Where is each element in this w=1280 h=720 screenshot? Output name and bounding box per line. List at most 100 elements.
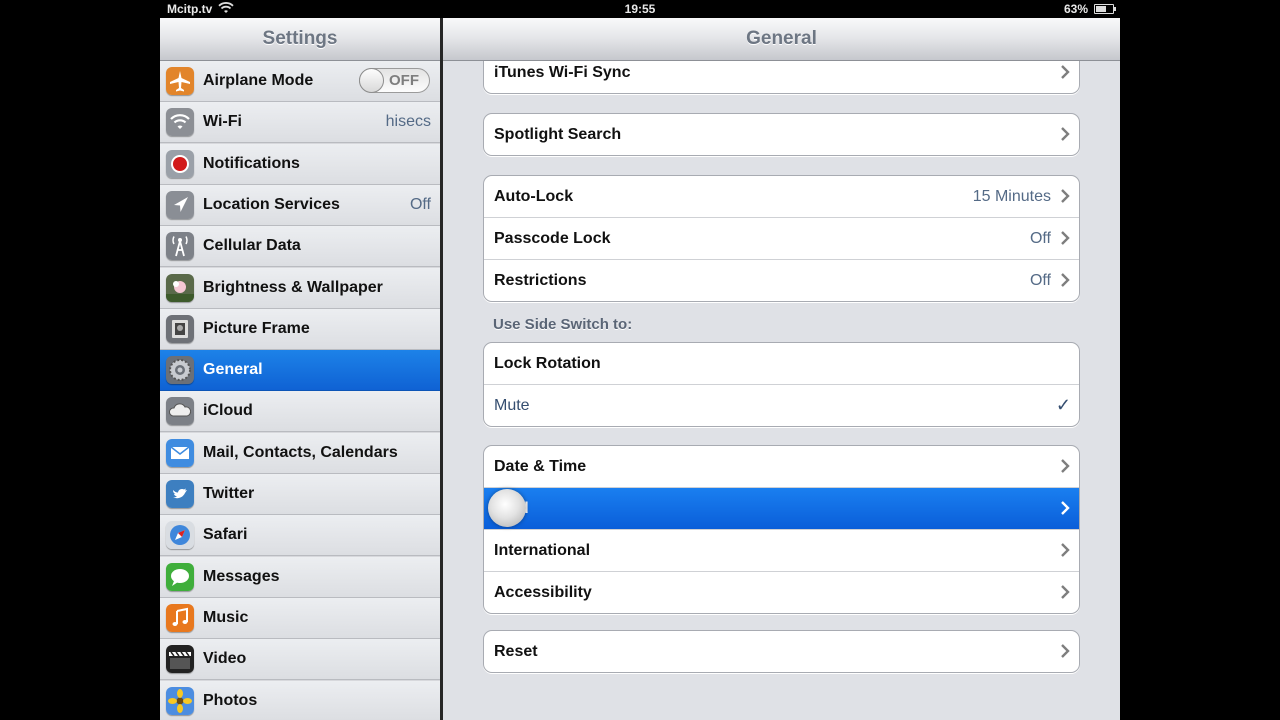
sidebar-item-label: Location Services [203,195,340,213]
twitter-icon [166,480,194,508]
row-label: iTunes Wi-Fi Sync [494,64,631,81]
row-restrictions[interactable]: Restrictions Off [484,259,1079,301]
settings-group: Lock Rotation Mute ✓ [483,342,1080,427]
row-label: Accessibility [494,584,592,601]
sidebar-item-notifications[interactable]: Notifications [160,143,440,185]
chevron-right-icon [1061,127,1070,141]
settings-group: Spotlight Search [483,113,1080,156]
sidebar-item-icloud[interactable]: iCloud [160,391,440,433]
row-mute[interactable]: Mute ✓ [484,384,1079,426]
row-label: International [494,542,591,559]
gear-icon [166,356,194,385]
row-label: Date & Time [494,458,587,475]
battery-icon [1094,4,1116,14]
settings-sidebar: Airplane Mode OFF Wi-Fi hisecs Notifications… [160,61,440,720]
checkmark-icon: ✓ [1055,395,1071,415]
sidebar-item-location-services[interactable]: Location Services Off [160,184,440,226]
row-oard[interactable]: oard [484,487,1079,529]
row-reset[interactable]: Reset [484,631,1079,672]
mail-icon [166,438,194,467]
brightness-icon [166,273,194,302]
sidebar-item-label: Video [203,650,247,668]
settings-group: Reset [483,630,1080,673]
battery-percent: 63% [1063,2,1088,16]
chevron-right-icon [1061,543,1070,557]
section-header: Use Side Switch to: [493,316,633,333]
sidebar-item-picture-frame[interactable]: Picture Frame [160,308,440,350]
row-international[interactable]: International [484,529,1079,571]
row-lock-rotation[interactable]: Lock Rotation [484,343,1079,384]
general-settings-pane: iTunes Wi-Fi Sync Spotlight Search Auto-Lo… [443,61,1120,720]
settings-group: Auto-Lock 15 Minutes Passcode Lock Off Restr… [483,175,1080,302]
sidebar-item-messages[interactable]: Messages [160,556,440,598]
detail-header-title: General [443,18,1120,61]
master-header-title: Settings [160,18,440,61]
row-passcode-lock[interactable]: Passcode Lock Off [484,217,1079,259]
photos-icon [166,686,194,715]
sidebar-item-value: Off [409,195,431,213]
sidebar-item-photos[interactable]: Photos [160,680,440,720]
sidebar-item-value: hisecs [385,113,431,131]
sidebar-item-brightness-wallpaper[interactable]: Brightness & Wallpaper [160,267,440,309]
sidebar-item-label: Twitter [203,485,255,502]
status-bar: Mcitp.tv 19:55 63% [160,0,1120,18]
sidebar-item-twitter[interactable]: Twitter [160,474,440,515]
row-label: Spotlight Search [494,126,622,143]
settings-group: Date & Time oard International Accessibilit… [483,445,1080,614]
ipad-screen: Mcitp.tv 19:55 63% Settings General Airp… [160,0,1120,720]
chevron-right-icon [1061,273,1070,287]
chevron-right-icon [1061,459,1070,473]
airplane-mode-toggle[interactable]: OFF [359,68,430,93]
row-value: Off [1029,230,1051,247]
sidebar-item-safari[interactable]: Safari [160,515,440,557]
settings-group: iTunes Wi-Fi Sync [483,61,1080,94]
row-value: Off [1029,272,1051,289]
chevron-right-icon [1061,231,1070,245]
sidebar-item-label: Picture Frame [203,319,310,337]
row-label: Lock Rotation [494,355,601,372]
sidebar-item-cellular-data[interactable]: Cellular Data [160,226,440,268]
chevron-right-icon [1061,65,1070,79]
location-icon [166,190,194,219]
sidebar-item-label: iCloud [203,402,253,420]
row-label: Reset [494,643,538,660]
sidebar-item-label: Photos [203,691,258,709]
sidebar-item-label: General [203,361,263,379]
airplane-icon [166,67,194,95]
sidebar-item-wi-fi[interactable]: Wi-Fi hisecs [160,102,440,144]
toggle-knob [359,68,384,93]
sidebar-item-airplane-mode[interactable]: Airplane Mode OFF [160,61,440,102]
sidebar-item-label: Mail, Contacts, Calendars [203,443,398,461]
music-icon [166,603,194,632]
chevron-right-icon [1061,644,1070,658]
sidebar-item-mail-contacts-calendars[interactable]: Mail, Contacts, Calendars [160,432,440,474]
row-spotlight-search[interactable]: Spotlight Search [484,114,1079,155]
row-accessibility[interactable]: Accessibility [484,571,1079,613]
sidebar-item-label: Brightness & Wallpaper [203,278,383,296]
row-label: Restrictions [494,272,587,289]
chevron-right-icon [1061,585,1070,599]
safari-icon [166,521,194,550]
row-auto-lock[interactable]: Auto-Lock 15 Minutes [484,176,1079,217]
clock: 19:55 [624,2,656,16]
notifications-icon [166,149,194,178]
row-label: Mute [494,397,530,414]
sidebar-item-label: Cellular Data [203,237,301,255]
sidebar-item-label: Airplane Mode [203,72,314,89]
wifi-icon [166,108,194,137]
row-value: 15 Minutes [972,188,1051,205]
messages-icon [166,562,194,591]
row-label: Passcode Lock [494,230,611,247]
sidebar-item-video[interactable]: Video [160,639,440,681]
sidebar-item-label: Notifications [203,154,300,172]
row-itunes-wi-fi-sync[interactable]: iTunes Wi-Fi Sync [484,61,1079,93]
sidebar-item-label: Music [203,608,249,626]
chevron-right-icon [1061,189,1070,203]
row-date-time[interactable]: Date & Time [484,446,1079,487]
sidebar-item-label: Messages [203,567,280,585]
chevron-right-icon [1061,501,1070,515]
sidebar-item-general[interactable]: General [160,350,440,392]
toggle-state-label: OFF [389,72,419,89]
touch-indicator [488,489,526,527]
sidebar-item-music[interactable]: Music [160,597,440,639]
